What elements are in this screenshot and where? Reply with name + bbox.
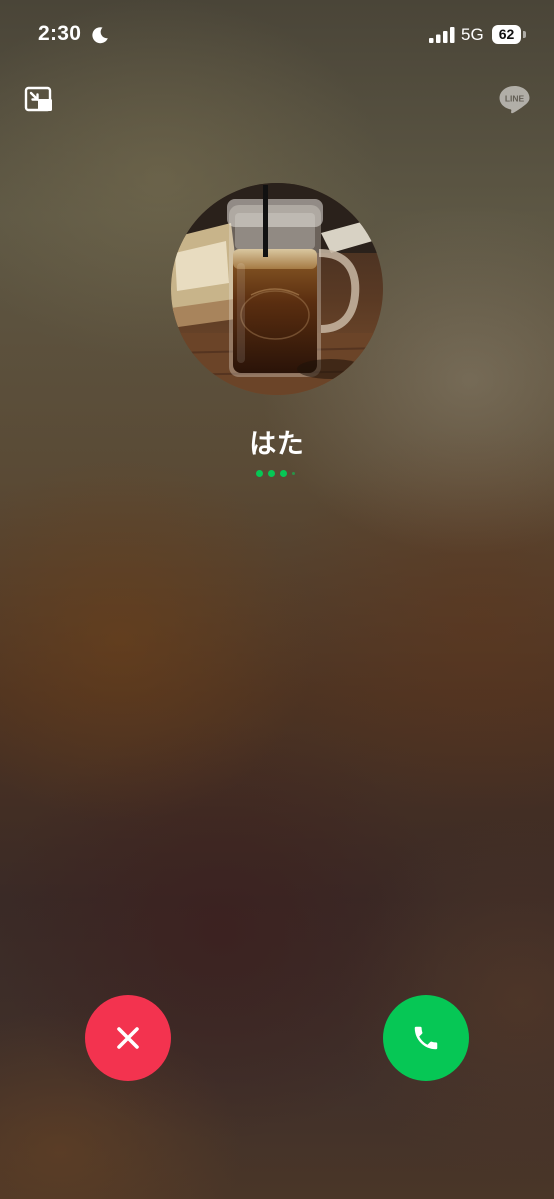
accept-call-button[interactable] xyxy=(383,995,469,1081)
minimize-call-button[interactable] xyxy=(24,86,54,114)
battery-cap xyxy=(523,31,526,38)
calling-dot xyxy=(256,470,263,477)
phone-icon xyxy=(414,1026,438,1050)
calling-indicator xyxy=(256,470,300,478)
battery-level: 62 xyxy=(498,26,515,42)
cellular-signal-icon xyxy=(429,27,455,43)
calling-dot xyxy=(292,472,295,475)
battery-icon: 62 xyxy=(492,25,521,44)
moon-icon xyxy=(92,27,108,44)
line-logo: LINE xyxy=(499,86,530,114)
close-icon xyxy=(117,1027,139,1049)
status-time: 2:30 xyxy=(38,22,82,45)
picture-in-picture-icon xyxy=(24,86,52,112)
caller-name: はた xyxy=(249,429,305,459)
line-logo-text: LINE xyxy=(505,94,525,104)
avatar-photo xyxy=(171,183,383,395)
calling-dot xyxy=(268,470,275,477)
decline-call-button[interactable] xyxy=(85,995,171,1081)
battery-indicator: 62 xyxy=(492,25,526,44)
caller-avatar xyxy=(171,183,383,395)
network-type: 5G xyxy=(461,25,484,44)
status-bar: 2:30 5G 62 xyxy=(0,0,554,70)
calling-dot xyxy=(280,470,287,477)
incoming-call-screen: 2:30 5G 62 LINE はた xyxy=(0,0,554,1199)
